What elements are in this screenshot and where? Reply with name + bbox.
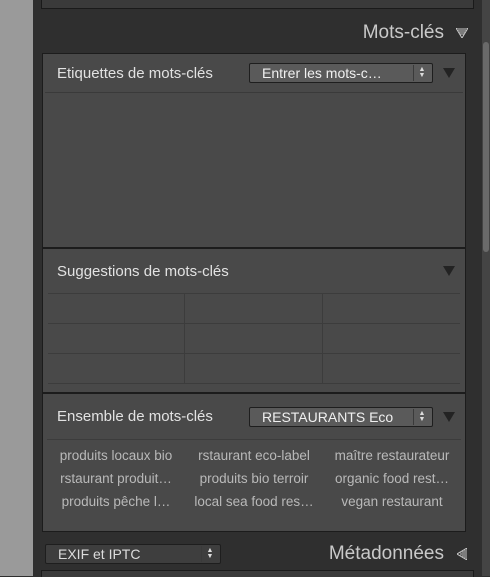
suggestion-cell[interactable] bbox=[185, 324, 323, 354]
previous-panel-edge bbox=[41, 0, 474, 9]
keyword-suggestions-section: Suggestions de mots-clés bbox=[42, 248, 466, 393]
keyword-set-item[interactable]: local sea food res… bbox=[185, 492, 323, 511]
keyword-set-title: Ensemble de mots-clés bbox=[57, 408, 213, 425]
keywords-panel-title: Mots-clés bbox=[362, 22, 444, 43]
keyword-set-select-value: RESTAURANTS Eco bbox=[262, 408, 394, 425]
suggestion-cell[interactable] bbox=[185, 354, 323, 384]
suggestion-cell[interactable] bbox=[322, 294, 460, 324]
keyword-suggestions-title: Suggestions de mots-clés bbox=[57, 262, 229, 280]
metadata-preset-select-value: EXIF et IPTC bbox=[58, 546, 141, 562]
keyword-set-item[interactable]: produits pêche l… bbox=[47, 492, 185, 511]
suggestion-cell[interactable] bbox=[322, 324, 460, 354]
keyword-set-section: Ensemble de mots-clés RESTAURANTS Eco ▲ ▼… bbox=[42, 393, 466, 532]
triangle-down-icon[interactable] bbox=[456, 27, 468, 39]
suggestion-cell[interactable] bbox=[48, 324, 186, 354]
keyword-set-grid: produits locaux bio rstaurant eco-label … bbox=[47, 439, 461, 511]
keyword-suggestions-header: Suggestions de mots-clés bbox=[43, 249, 465, 293]
metadata-panel-header: EXIF et IPTC ▲ ▼ Métadonnées bbox=[33, 538, 482, 570]
keyword-tags-area[interactable] bbox=[45, 92, 463, 243]
right-panel: Mots-clés Etiquettes de mots-clés Entrer… bbox=[33, 0, 482, 577]
keyword-set-item[interactable]: rstaurant eco-label bbox=[185, 446, 323, 465]
keyword-set-item[interactable]: vegan restaurant bbox=[323, 492, 461, 511]
metadata-preset-select[interactable]: EXIF et IPTC ▲ ▼ bbox=[45, 544, 221, 564]
keyword-entry-select-value: Entrer les mots-c… bbox=[262, 65, 382, 81]
keyword-entry-select[interactable]: Entrer les mots-c… ▲ ▼ bbox=[249, 63, 433, 83]
keywords-panel-header[interactable]: Mots-clés bbox=[33, 17, 482, 49]
keyword-set-item[interactable]: rstaurant produit… bbox=[47, 469, 185, 488]
suggestions-grid bbox=[48, 293, 460, 384]
select-stepper-icon: ▲ ▼ bbox=[201, 546, 218, 562]
keyword-set-item[interactable]: maître restaurateur bbox=[323, 446, 461, 465]
keyword-set-header: Ensemble de mots-clés RESTAURANTS Eco ▲ ▼ bbox=[43, 394, 465, 439]
keyword-tags-section: Etiquettes de mots-clés Entrer les mots-… bbox=[42, 53, 466, 248]
keyword-set-item[interactable]: produits locaux bio bbox=[47, 446, 185, 465]
select-stepper-icon: ▲ ▼ bbox=[413, 65, 430, 81]
scrollbar-track[interactable] bbox=[482, 0, 490, 576]
keyword-set-select[interactable]: RESTAURANTS Eco ▲ ▼ bbox=[249, 406, 433, 427]
left-gutter bbox=[0, 0, 33, 576]
keyword-tags-header: Etiquettes de mots-clés Entrer les mots-… bbox=[43, 54, 465, 92]
scrollbar-thumb[interactable] bbox=[483, 42, 489, 252]
suggestion-cell[interactable] bbox=[48, 294, 186, 324]
collapse-triangle-icon[interactable] bbox=[443, 266, 455, 276]
suggestion-cell[interactable] bbox=[322, 354, 460, 384]
triangle-left-icon[interactable] bbox=[456, 548, 468, 560]
suggestion-cell[interactable] bbox=[48, 354, 186, 384]
collapse-triangle-icon[interactable] bbox=[443, 411, 455, 422]
collapse-triangle-icon[interactable] bbox=[443, 68, 455, 78]
keyword-tags-title: Etiquettes de mots-clés bbox=[57, 64, 213, 82]
select-stepper-icon: ▲ ▼ bbox=[413, 408, 430, 425]
suggestion-cell[interactable] bbox=[185, 294, 323, 324]
keyword-set-item[interactable]: organic food rest… bbox=[323, 469, 461, 488]
metadata-panel-title[interactable]: Métadonnées bbox=[329, 543, 444, 565]
keyword-set-item[interactable]: produits bio terroir bbox=[185, 469, 323, 488]
